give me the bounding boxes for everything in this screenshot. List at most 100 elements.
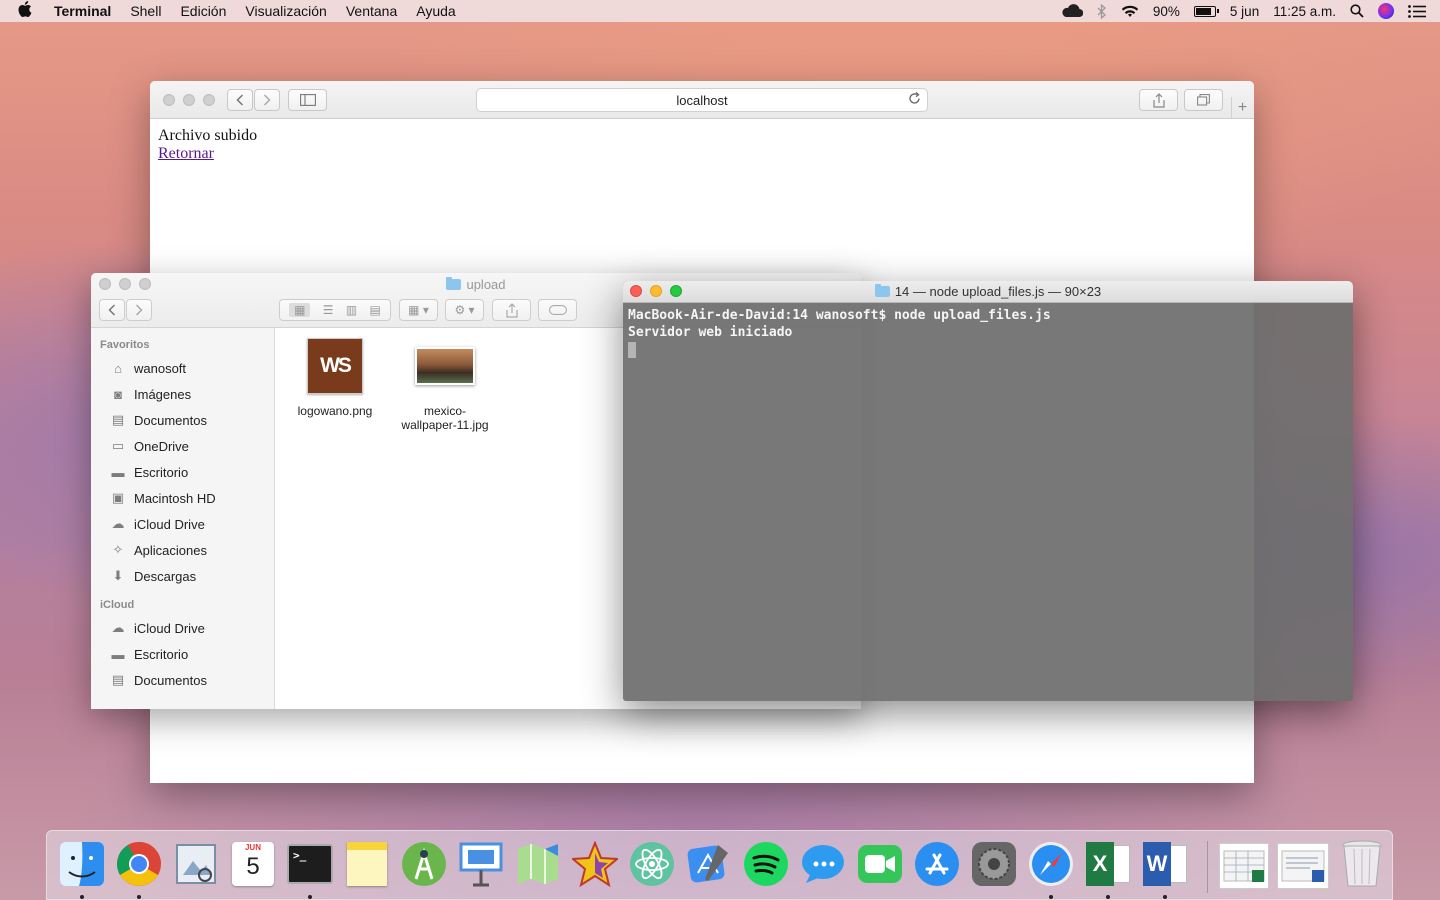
word-document-icon[interactable] xyxy=(1277,843,1329,889)
window-controls xyxy=(163,94,215,106)
messages-icon[interactable] xyxy=(798,839,848,889)
back-button[interactable] xyxy=(227,89,253,111)
house-icon: ⌂ xyxy=(114,360,122,376)
return-link[interactable]: Retornar xyxy=(158,145,214,162)
bluetooth-icon[interactable] xyxy=(1097,3,1107,19)
sidebar-item-onedrive[interactable]: ▭ OneDrive xyxy=(91,433,274,459)
sidebar-item-macintosh-hd[interactable]: ▣ Macintosh HD xyxy=(91,485,274,511)
running-indicator xyxy=(1106,895,1110,899)
sidebar-item-escritorio-2[interactable]: ▬ Escritorio xyxy=(91,641,274,667)
sidebar-item-label: iCloud Drive xyxy=(134,516,205,532)
onedrive-cloud-icon[interactable] xyxy=(1061,4,1083,18)
sidebar-item-icloud-drive-2[interactable]: ☁ iCloud Drive xyxy=(91,615,274,641)
system-preferences-icon[interactable] xyxy=(969,839,1019,889)
calendar-icon[interactable]: JUN 5 xyxy=(228,839,278,889)
spotlight-search-icon[interactable] xyxy=(1350,4,1364,18)
arrange-button[interactable]: ▦ ▾ xyxy=(399,299,438,321)
app-store-icon[interactable] xyxy=(912,839,962,889)
page-content: Archivo subido Retornar xyxy=(150,119,1254,171)
facetime-icon[interactable] xyxy=(855,839,905,889)
battery-percent[interactable]: 90% xyxy=(1153,4,1180,19)
date-label[interactable]: 5 jun xyxy=(1230,4,1259,19)
sidebar-item-label: Aplicaciones xyxy=(134,542,207,558)
file-item-mexico-wallpaper[interactable]: mexico- wallpaper-11.jpg xyxy=(390,338,500,432)
finder-forward-button[interactable] xyxy=(126,299,152,321)
running-indicator xyxy=(1163,895,1167,899)
xcode-icon[interactable] xyxy=(684,839,734,889)
calendar-month: JUN xyxy=(244,843,261,852)
folder-icon xyxy=(874,284,890,297)
share-button[interactable] xyxy=(1139,89,1178,111)
gallery-view-icon[interactable]: ▤ xyxy=(369,303,380,317)
download-icon: ⬇ xyxy=(112,568,124,583)
menu-shell[interactable]: Shell xyxy=(130,3,161,19)
finder-back-button[interactable] xyxy=(99,299,125,321)
menu-ayuda[interactable]: Ayuda xyxy=(416,3,455,19)
word-icon[interactable]: W xyxy=(1140,839,1190,889)
tag-icon xyxy=(548,305,567,315)
notification-center-icon[interactable] xyxy=(1408,4,1426,18)
battery-icon[interactable] xyxy=(1193,5,1219,17)
terminal-output[interactable]: MacBook-Air-de-David:14 wanosoft$ node u… xyxy=(623,303,1353,367)
excel-icon[interactable]: X xyxy=(1083,839,1133,889)
calendar-day: 5 xyxy=(246,853,260,880)
terminal-cursor xyxy=(628,342,636,358)
menu-edicion[interactable]: Edición xyxy=(180,3,226,19)
running-indicator xyxy=(308,895,312,899)
zoom-button[interactable] xyxy=(203,94,215,106)
chevron-right-icon xyxy=(263,94,271,106)
keynote-icon[interactable] xyxy=(456,839,506,889)
reload-icon[interactable] xyxy=(908,92,921,108)
sidebar-item-imagenes[interactable]: ◙ Imágenes xyxy=(91,381,274,407)
tabs-overview-button[interactable] xyxy=(1184,89,1223,111)
sidebar-item-documentos[interactable]: ▤ Documentos xyxy=(91,407,274,433)
sidebar-item-label: iCloud Drive xyxy=(134,620,205,636)
list-view-icon[interactable]: ☰ xyxy=(323,303,334,317)
preview-icon[interactable] xyxy=(171,839,221,889)
sidebar-item-wanosoft[interactable]: ⌂ wanosoft xyxy=(91,355,274,381)
siri-icon[interactable] xyxy=(1378,3,1394,19)
action-button[interactable]: ⚙ ▾ xyxy=(445,299,484,321)
sidebar-toggle-button[interactable] xyxy=(288,89,327,111)
tags-button[interactable] xyxy=(538,299,577,321)
minimize-button[interactable] xyxy=(183,94,195,106)
chrome-icon[interactable] xyxy=(114,839,164,889)
document-icon: ▤ xyxy=(111,412,125,427)
forward-button[interactable] xyxy=(254,89,280,111)
file-item-logowano[interactable]: WS logowano.png xyxy=(280,338,390,418)
sidebar-item-escritorio[interactable]: ▬ Escritorio xyxy=(91,459,274,485)
new-tab-button[interactable]: + xyxy=(1231,97,1253,119)
sidebar-icon xyxy=(299,94,316,106)
chevron-right-icon xyxy=(135,304,143,316)
terminal-icon[interactable]: >_ xyxy=(285,839,335,889)
safari-icon[interactable] xyxy=(1026,839,1076,889)
time-label[interactable]: 11:25 a.m. xyxy=(1273,4,1336,19)
spotify-icon[interactable] xyxy=(741,839,791,889)
trash-icon[interactable] xyxy=(1337,839,1387,889)
menu-app-name[interactable]: Terminal xyxy=(54,3,111,19)
share-icon xyxy=(505,302,518,318)
excel-document-icon[interactable] xyxy=(1219,843,1269,889)
sidebar-item-documentos-2[interactable]: ▤ Documentos xyxy=(91,667,274,693)
view-mode-segmented[interactable]: ▦ ☰ ▥ ▤ xyxy=(279,299,391,321)
close-button[interactable] xyxy=(163,94,175,106)
sidebar-item-aplicaciones[interactable]: ✧ Aplicaciones xyxy=(91,537,274,563)
finder-share-button[interactable] xyxy=(492,299,531,321)
android-studio-icon[interactable] xyxy=(399,839,449,889)
star-icon[interactable] xyxy=(570,839,620,889)
menu-visualizacion[interactable]: Visualización xyxy=(245,3,326,19)
sidebar-item-descargas[interactable]: ⬇ Descargas xyxy=(91,563,274,589)
finder-icon[interactable] xyxy=(57,839,107,889)
wifi-icon[interactable] xyxy=(1121,4,1139,18)
menu-ventana[interactable]: Ventana xyxy=(346,3,397,19)
terminal-window: 14 — node upload_files.js — 90×23 MacBoo… xyxy=(623,281,1353,701)
sidebar-item-label: Documentos xyxy=(134,412,207,428)
column-view-icon[interactable]: ▥ xyxy=(346,303,357,317)
icon-view-icon[interactable]: ▦ xyxy=(289,303,311,317)
apple-menu-icon[interactable] xyxy=(18,1,38,21)
sidebar-item-icloud-drive[interactable]: ☁ iCloud Drive xyxy=(91,511,274,537)
notes-icon[interactable] xyxy=(342,839,392,889)
atom-icon[interactable] xyxy=(627,839,677,889)
maps-icon[interactable] xyxy=(513,839,563,889)
address-bar[interactable]: localhost xyxy=(476,88,928,112)
